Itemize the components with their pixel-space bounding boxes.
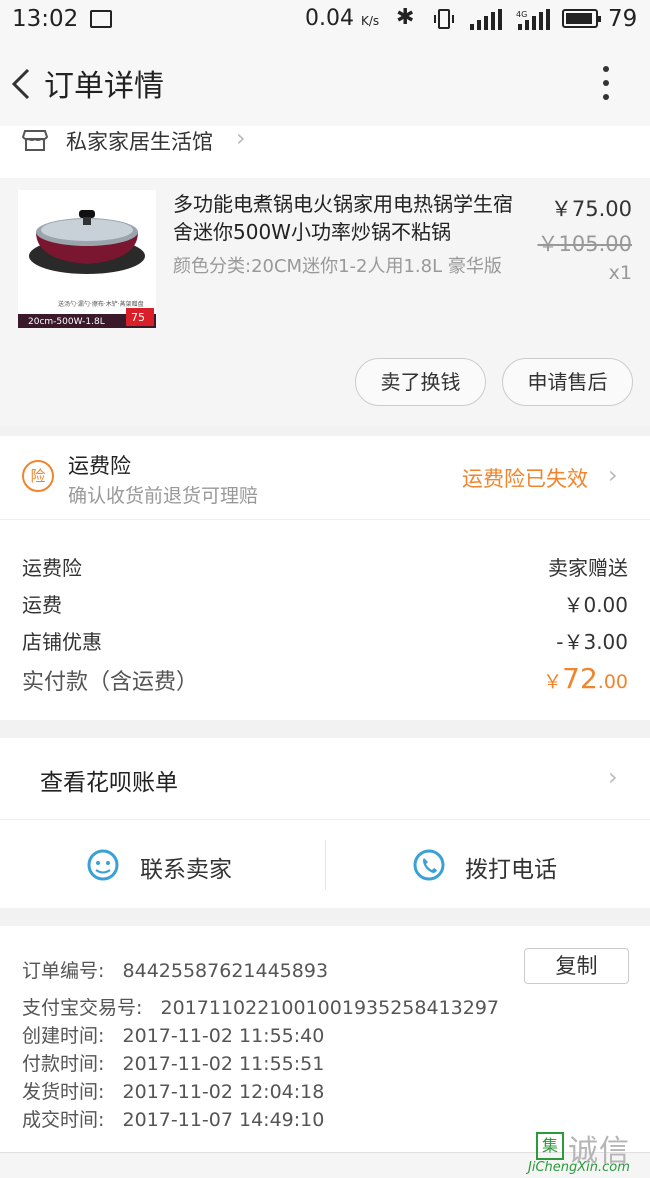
status-time: 13:02: [12, 6, 79, 32]
product-image-badge: 75: [131, 311, 145, 324]
completed-time-row: 成交时间: 2017-11-07 14:49:10: [22, 1105, 324, 1132]
insurance-subtitle: 确认收货前退货可理赔: [68, 485, 259, 507]
contact-seller-button[interactable]: 联系卖家: [140, 850, 232, 884]
product-price: ￥75.00: [550, 197, 632, 221]
sell-button[interactable]: 卖了换钱: [355, 358, 486, 406]
total-decimal: .00: [597, 671, 628, 693]
info-label: 支付宝交易号:: [22, 997, 143, 1019]
more-icon[interactable]: [598, 66, 614, 102]
shop-icon: [22, 130, 48, 151]
after-sale-button[interactable]: 申请售后: [502, 358, 633, 406]
fee-label: 运费险: [22, 556, 82, 580]
product-quantity: x1: [608, 262, 632, 284]
info-label: 创建时间:: [22, 1025, 105, 1047]
network-speed-unit: K/s: [360, 14, 380, 28]
total-paid-label: 实付款（含运费）: [22, 670, 199, 695]
chevron-right-icon: ›: [608, 461, 618, 489]
bluetooth-icon: ✱: [396, 5, 415, 30]
product-image[interactable]: 20cm-500W-1.8L 75 送汤勺·漏勺·擦布·木铲·蒸架赠盘: [18, 190, 156, 328]
fee-value: 卖家赠送: [548, 556, 628, 580]
network-speed: 0.04 K/s: [305, 6, 379, 31]
shop-name[interactable]: 私家家居生活馆: [66, 126, 213, 156]
fee-label: 店铺优惠: [22, 630, 102, 654]
page-title: 订单详情: [44, 69, 164, 104]
alipay-trade-row: 支付宝交易号: 2017110221001001935258413297: [22, 993, 499, 1020]
battery-percent: 79: [608, 6, 638, 32]
paid-time-row: 付款时间: 2017-11-02 11:55:51: [22, 1049, 324, 1076]
image-notification-icon: [90, 10, 112, 28]
product-original-price: ￥105.00: [537, 232, 632, 256]
product-variant: 颜色分类:20CM迷你1-2人用1.8L 豪华版: [173, 256, 502, 277]
call-phone-button[interactable]: 拨打电话: [465, 850, 557, 884]
total-integer: 72: [562, 662, 598, 695]
order-number: 84425587621445893: [122, 960, 329, 982]
shipped-time-row: 发货时间: 2017-11-02 12:04:18: [22, 1077, 324, 1104]
info-value: 2017-11-07 14:49:10: [122, 1109, 325, 1131]
divider: [325, 840, 326, 890]
huabei-bill-label[interactable]: 查看花呗账单: [40, 763, 178, 797]
info-value: 2017-11-02 11:55:40: [122, 1025, 325, 1047]
chevron-right-icon: ›: [608, 763, 618, 791]
chevron-right-icon: ›: [236, 124, 246, 152]
network-speed-value: 0.04: [305, 6, 354, 31]
insurance-title: 运费险: [68, 454, 131, 478]
battery-icon: [562, 9, 601, 28]
vibrate-icon: [434, 9, 454, 29]
info-label: 成交时间:: [22, 1109, 105, 1131]
info-value: 2017-11-02 11:55:51: [122, 1053, 325, 1075]
fee-label: 运费: [22, 593, 62, 617]
signal-4g-icon: 4G: [516, 9, 550, 30]
copy-button[interactable]: 复制: [524, 948, 629, 984]
watermark-logo: 集: [536, 1132, 564, 1160]
insurance-status[interactable]: 运费险已失效: [462, 463, 588, 493]
fee-value: ￥0.00: [563, 593, 628, 617]
info-value: 2017-11-02 12:04:18: [122, 1081, 325, 1103]
svg-text:送汤勺·漏勺·擦布·木铲·蒸架赠盘: 送汤勺·漏勺·擦布·木铲·蒸架赠盘: [58, 300, 144, 308]
total-paid-amount: ￥72.00: [543, 662, 628, 695]
info-label: 订单编号:: [22, 960, 105, 982]
watermark-url: JiChengXin.com: [528, 1160, 630, 1175]
insurance-icon: 险: [22, 460, 54, 492]
alipay-trade-number: 2017110221001001935258413297: [160, 997, 500, 1019]
svg-text:4G: 4G: [516, 10, 527, 19]
info-label: 付款时间:: [22, 1053, 105, 1075]
order-number-row: 订单编号: 84425587621445893: [22, 956, 328, 983]
info-label: 发货时间:: [22, 1081, 105, 1103]
signal-icon: [470, 9, 502, 30]
product-image-caption: 20cm-500W-1.8L: [28, 317, 105, 327]
back-icon[interactable]: [8, 64, 38, 104]
total-currency: ￥: [543, 671, 563, 693]
phone-icon: [413, 849, 445, 881]
chat-icon: [87, 849, 119, 881]
fee-value: -￥3.00: [556, 630, 628, 654]
product-name[interactable]: 多功能电煮锅电火锅家用电热锅学生宿舍迷你500W小功率炒锅不粘锅: [173, 190, 528, 246]
created-time-row: 创建时间: 2017-11-02 11:55:40: [22, 1021, 324, 1048]
